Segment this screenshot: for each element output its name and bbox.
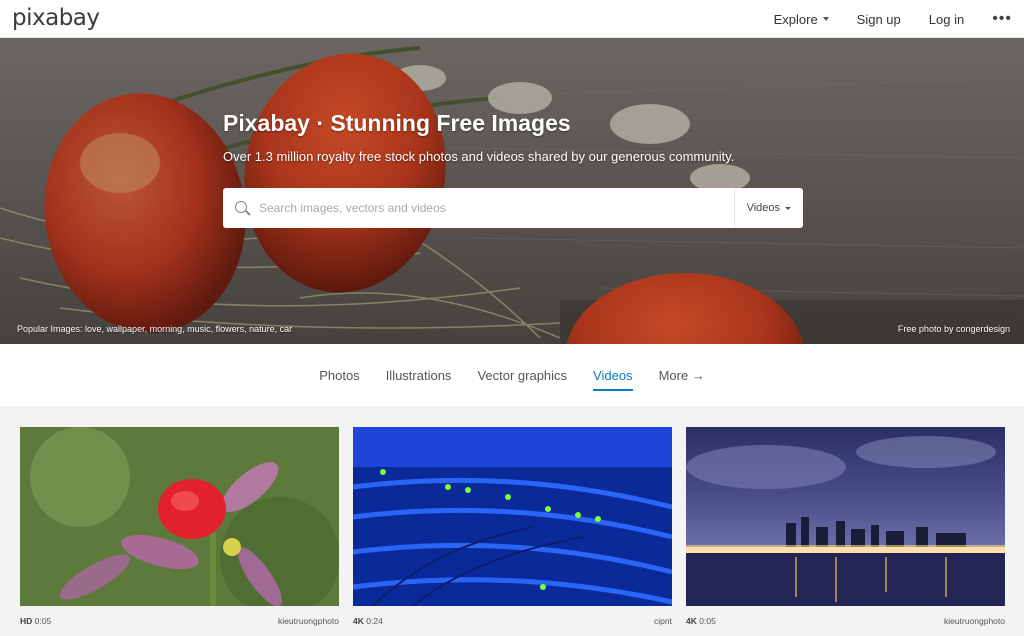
- quality-badge: 4K: [353, 616, 364, 626]
- search-type-label: Videos: [746, 202, 780, 214]
- search-input[interactable]: [259, 188, 734, 228]
- search-type-dropdown[interactable]: Videos: [733, 188, 803, 228]
- hero-banner: Pixabay · Stunning Free Images Over 1.3 …: [0, 38, 1024, 344]
- tab-videos[interactable]: Videos: [593, 360, 633, 391]
- flower-thumbnail-image: [20, 427, 339, 606]
- quality-badge: 4K: [686, 616, 697, 626]
- video-thumbnail[interactable]: [353, 427, 672, 606]
- video-duration: 0:05: [699, 616, 716, 626]
- more-menu-icon[interactable]: •••: [992, 10, 1012, 28]
- popular-images[interactable]: Popular Images: love, wallpaper, morning…: [17, 324, 292, 334]
- quality-badge: HD: [20, 616, 33, 626]
- nav-right: Explore Sign up Log in •••: [774, 0, 1024, 38]
- video-author[interactable]: kieutruongphoto: [278, 616, 339, 626]
- hero-subtitle: Over 1.3 million royalty free stock phot…: [223, 149, 735, 164]
- video-thumbnail[interactable]: [686, 427, 1005, 606]
- video-duration: 0:24: [366, 616, 383, 626]
- explore-menu[interactable]: Explore: [774, 12, 829, 27]
- video-info: HD 0:05: [20, 616, 51, 626]
- chevron-down-icon: [785, 206, 791, 210]
- video-meta: HD 0:05 kieutruongphoto: [20, 606, 339, 626]
- chevron-down-icon: [822, 17, 829, 21]
- video-info: 4K 0:05: [686, 616, 716, 626]
- video-meta: 4K 0:05 kieutruongphoto: [686, 606, 1005, 626]
- search-icon[interactable]: [223, 188, 259, 228]
- tab-illustrations[interactable]: Illustrations: [386, 360, 452, 391]
- tab-more[interactable]: More →: [659, 360, 705, 391]
- video-info: 4K 0:24: [353, 616, 383, 626]
- pixabay-logo[interactable]: pixabay: [12, 5, 100, 31]
- video-meta: 4K 0:24 cipnt: [353, 606, 672, 626]
- video-author[interactable]: cipnt: [654, 616, 672, 626]
- top-navigation-bar: pixabay Explore Sign up Log in •••: [0, 0, 1024, 38]
- video-grid: HD 0:05 kieutruongphoto 4K 0:24 cipnt 4K…: [0, 406, 1024, 636]
- hero-title: Pixabay · Stunning Free Images: [223, 110, 571, 136]
- signup-link[interactable]: Sign up: [857, 12, 901, 27]
- photo-credit[interactable]: Free photo by congerdesign: [898, 324, 1010, 334]
- media-type-tabs: Photos Illustrations Vector graphics Vid…: [0, 344, 1024, 406]
- tab-photos[interactable]: Photos: [319, 360, 359, 391]
- server-thumbnail-image: [353, 427, 672, 606]
- video-thumbnail[interactable]: [20, 427, 339, 606]
- video-card[interactable]: HD 0:05 kieutruongphoto: [20, 427, 339, 626]
- video-card[interactable]: 4K 0:05 kieutruongphoto: [686, 427, 1005, 626]
- video-duration: 0:05: [34, 616, 52, 626]
- video-author[interactable]: kieutruongphoto: [944, 616, 1005, 626]
- search-bar: Videos: [223, 188, 803, 228]
- tab-vector-graphics[interactable]: Vector graphics: [477, 360, 567, 391]
- city-thumbnail-image: [686, 427, 1005, 606]
- login-link[interactable]: Log in: [929, 12, 964, 27]
- video-card[interactable]: 4K 0:24 cipnt: [353, 427, 672, 626]
- explore-label: Explore: [773, 11, 818, 27]
